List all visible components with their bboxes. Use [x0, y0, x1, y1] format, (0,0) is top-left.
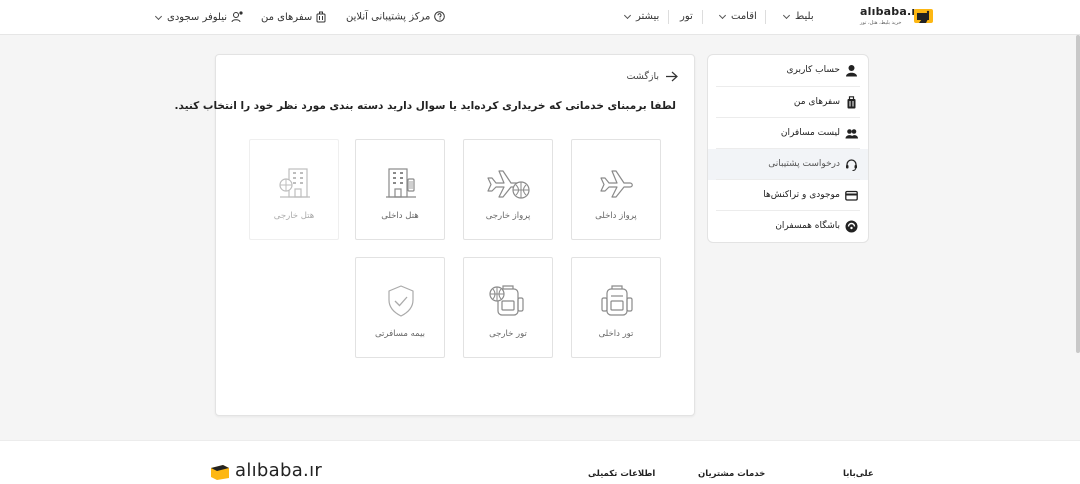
sidebar-item-label: باشگاه همسفران — [775, 221, 840, 231]
category-foreign-flight[interactable]: پرواز خارجی — [463, 139, 553, 240]
footer-logo[interactable]: alıbaba.ır — [210, 460, 323, 482]
category-label: تور خارجی — [489, 329, 527, 339]
nav-tour-label: تور — [680, 11, 693, 22]
sidebar-item-my-trips[interactable]: سفرهای من — [708, 87, 868, 118]
chevron-down-icon — [718, 11, 727, 19]
backpack-globe-icon — [489, 285, 524, 316]
footer-col-info[interactable]: اطلاعات تکمیلی — [588, 469, 655, 479]
sidebar-item-label: درخواست پشتیبانی — [768, 159, 840, 169]
category-label: هتل خارجی — [273, 211, 315, 221]
category-label: بیمه مسافرتی — [374, 329, 426, 339]
category-foreign-hotel[interactable]: هتل خارجی — [249, 139, 339, 240]
category-domestic-flight[interactable]: پرواز داخلی — [571, 139, 661, 240]
logo-tagline: خرید بلیط، هتل، تور — [860, 20, 902, 26]
airplane-globe-icon — [487, 170, 530, 199]
category-label: تور داخلی — [598, 329, 634, 339]
user-menu[interactable]: نیلوفر سجودی — [150, 11, 243, 23]
my-trips-link[interactable]: سفرهای من — [261, 11, 326, 23]
sidebar-item-wallet[interactable]: موجودی و تراکنش‌ها — [708, 180, 868, 211]
shield-check-icon — [388, 285, 414, 317]
chevron-down-icon — [154, 12, 163, 20]
category-domestic-tour[interactable]: تور داخلی — [571, 257, 661, 358]
chevron-down-icon — [782, 11, 791, 19]
category-prompt: لطفا برمبنای خدماتی که خریداری کرده‌اید … — [174, 100, 676, 112]
nav-divider — [668, 10, 669, 24]
footer-logo-text: alıbaba.ır — [235, 460, 323, 481]
back-label: بازگشت — [626, 71, 659, 82]
top-header: alıbaba.ır خرید بلیط، هتل، تور بلیط اقام… — [0, 0, 1080, 35]
airplane-icon — [600, 170, 633, 198]
nav-stay-label: اقامت — [731, 11, 757, 22]
footer-col-alibaba[interactable]: علی‌بابا — [843, 469, 874, 479]
category-travel-insurance[interactable]: بیمه مسافرتی — [355, 257, 445, 358]
arrow-right-icon — [666, 71, 678, 82]
club-icon — [845, 220, 858, 233]
nav-divider — [765, 10, 766, 24]
support-center-link[interactable]: مرکز پشتیبانی آنلاین — [346, 11, 446, 23]
account-sidebar: حساب کاربری سفرهای من لیست مسافران درخوا… — [707, 54, 869, 243]
sidebar-item-passengers[interactable]: لیست مسافران — [708, 118, 868, 149]
logo-mark-icon — [211, 465, 229, 480]
nav-ticket-label: بلیط — [795, 11, 814, 22]
sidebar-item-label: سفرهای من — [793, 97, 840, 107]
sidebar-item-label: لیست مسافران — [780, 128, 840, 138]
sidebar-item-support[interactable]: درخواست پشتیبانی — [708, 149, 868, 180]
nav-divider — [702, 10, 703, 24]
nav-more-label: بیشتر — [636, 11, 660, 22]
hotel-icon — [386, 168, 416, 198]
logo-text: alıbaba.ır — [860, 5, 921, 18]
user-name: نیلوفر سجودی — [167, 12, 228, 23]
chevron-down-icon — [623, 11, 632, 19]
category-label: پرواز خارجی — [485, 211, 531, 221]
support-center-label: مرکز پشتیبانی آنلاین — [346, 11, 431, 23]
sidebar-item-label: حساب کاربری — [786, 65, 840, 75]
users-icon — [845, 129, 858, 139]
nav-stay[interactable]: اقامت — [714, 11, 757, 22]
headset-icon — [846, 159, 857, 171]
nav-more[interactable]: بیشتر — [619, 11, 659, 22]
support-category-card: بازگشت لطفا برمبنای خدماتی که خریداری کر… — [175, 54, 695, 416]
hotel-globe-icon — [279, 168, 310, 198]
user-icon — [846, 65, 857, 77]
backpack-icon — [601, 285, 633, 316]
logo-mark-icon — [914, 9, 933, 23]
sidebar-item-club[interactable]: باشگاه همسفران — [708, 211, 868, 242]
category-label: هتل داخلی — [381, 211, 419, 221]
page-scrollbar[interactable] — [1076, 35, 1080, 353]
luggage-icon — [847, 96, 856, 109]
back-button[interactable]: بازگشت — [627, 71, 678, 82]
nav-ticket[interactable]: بلیط — [778, 11, 814, 22]
category-label: پرواز داخلی — [595, 211, 637, 221]
footer-col-customer[interactable]: خدمات مشتریان — [698, 469, 765, 479]
category-foreign-tour[interactable]: تور خارجی — [463, 257, 553, 358]
wallet-icon — [845, 190, 858, 201]
alibaba-logo[interactable]: alıbaba.ır خرید بلیط، هتل، تور — [858, 5, 934, 30]
sidebar-item-account[interactable]: حساب کاربری — [708, 55, 868, 86]
question-circle-icon — [434, 11, 446, 22]
user-icon — [231, 11, 243, 23]
category-domestic-hotel[interactable]: هتل داخلی — [355, 139, 445, 240]
luggage-icon — [316, 11, 326, 23]
sidebar-item-label: موجودی و تراکنش‌ها — [763, 190, 840, 200]
page-footer: alıbaba.ır اطلاعات تکمیلی خدمات مشتریان … — [0, 440, 1080, 484]
my-trips-label: سفرهای من — [261, 12, 313, 23]
nav-tour[interactable]: تور — [680, 11, 693, 22]
